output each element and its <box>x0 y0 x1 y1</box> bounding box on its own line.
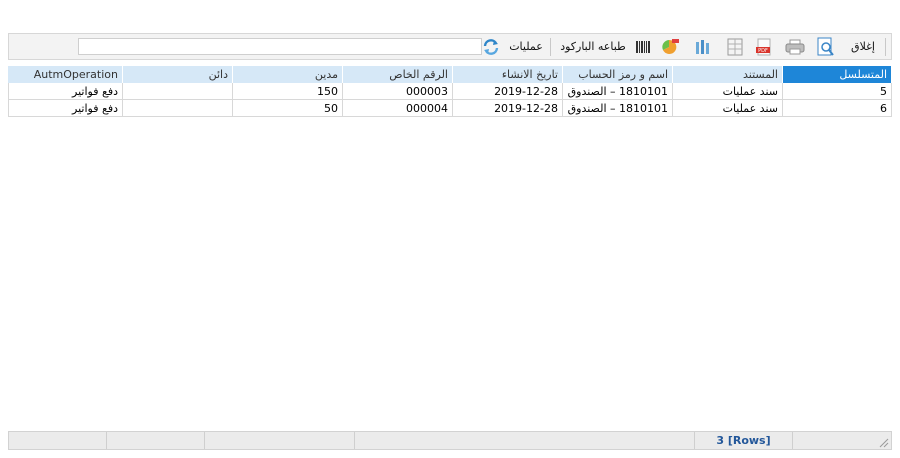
row-count: 3 [Rows] <box>695 432 793 449</box>
cell-document[interactable]: سند عمليات <box>673 83 783 100</box>
operations-button[interactable]: عمليات <box>506 34 546 59</box>
search-input[interactable] <box>78 38 482 55</box>
chart-button[interactable] <box>659 34 681 59</box>
table-row[interactable]: دفع فواتير 50 000004 2019-12-28 1810101 … <box>8 100 892 117</box>
column-header-document[interactable]: المستند <box>673 66 783 83</box>
cell-debit[interactable]: 50 <box>233 100 343 117</box>
chart-icon <box>662 38 679 54</box>
cell-created-date[interactable]: 2019-12-28 <box>453 100 563 117</box>
toolbar: عمليات طباعه الباركود PDF إغلاق <box>8 33 892 60</box>
cell-private-number[interactable]: 000003 <box>343 83 453 100</box>
column-header-account[interactable]: اسم و رمز الحساب <box>563 66 673 83</box>
preview-button[interactable] <box>815 34 837 59</box>
cell-credit[interactable] <box>123 100 233 117</box>
print-button[interactable] <box>783 34 807 59</box>
columns-button[interactable] <box>693 34 713 59</box>
status-cell <box>205 432 355 449</box>
cell-credit[interactable] <box>123 83 233 100</box>
data-grid: AutmOperation دائن مدين الرقم الخاص تاري… <box>8 66 892 117</box>
cell-document[interactable]: سند عمليات <box>673 100 783 117</box>
column-header-created-date[interactable]: تاريخ الانشاء <box>453 66 563 83</box>
cell-operation[interactable]: دفع فواتير <box>8 100 123 117</box>
cell-account[interactable]: 1810101 – الصندوق <box>563 83 673 100</box>
excel-icon <box>727 38 743 55</box>
separator <box>885 38 886 56</box>
excel-button[interactable] <box>725 34 745 59</box>
status-cell <box>9 432 107 449</box>
table-row[interactable]: دفع فواتير 150 000003 2019-12-28 1810101… <box>8 83 892 100</box>
cell-created-date[interactable]: 2019-12-28 <box>453 83 563 100</box>
refresh-button[interactable] <box>481 34 501 59</box>
preview-icon <box>817 37 834 56</box>
cell-serial[interactable]: 5 <box>783 83 892 100</box>
refresh-icon <box>483 38 499 55</box>
cell-operation[interactable]: دفع فواتير <box>8 83 123 100</box>
column-header-private-number[interactable]: الرقم الخاص <box>343 66 453 83</box>
column-header-debit[interactable]: مدين <box>233 66 343 83</box>
grid-header-row: AutmOperation دائن مدين الرقم الخاص تاري… <box>8 66 892 83</box>
close-button[interactable]: إغلاق <box>845 34 881 59</box>
barcode-icon <box>636 40 650 53</box>
status-cell <box>107 432 205 449</box>
barcode-print-button[interactable]: طباعه الباركود <box>555 34 631 59</box>
column-header-serial[interactable]: المتسلسل <box>783 66 892 83</box>
pdf-icon: PDF <box>756 38 771 55</box>
columns-icon <box>696 39 709 54</box>
print-icon <box>785 39 805 54</box>
barcode-button[interactable] <box>634 34 652 59</box>
cell-private-number[interactable]: 000004 <box>343 100 453 117</box>
cell-serial[interactable]: 6 <box>783 100 892 117</box>
column-header-credit[interactable]: دائن <box>123 66 233 83</box>
status-cell <box>355 432 695 449</box>
pdf-button[interactable]: PDF <box>753 34 775 59</box>
separator <box>550 38 551 56</box>
column-header-autmoperation[interactable]: AutmOperation <box>8 66 123 83</box>
svg-text:PDF: PDF <box>758 48 768 54</box>
cell-debit[interactable]: 150 <box>233 83 343 100</box>
status-bar: 3 [Rows] <box>8 431 892 450</box>
cell-account[interactable]: 1810101 – الصندوق <box>563 100 673 117</box>
resize-grip-icon[interactable] <box>877 436 889 448</box>
